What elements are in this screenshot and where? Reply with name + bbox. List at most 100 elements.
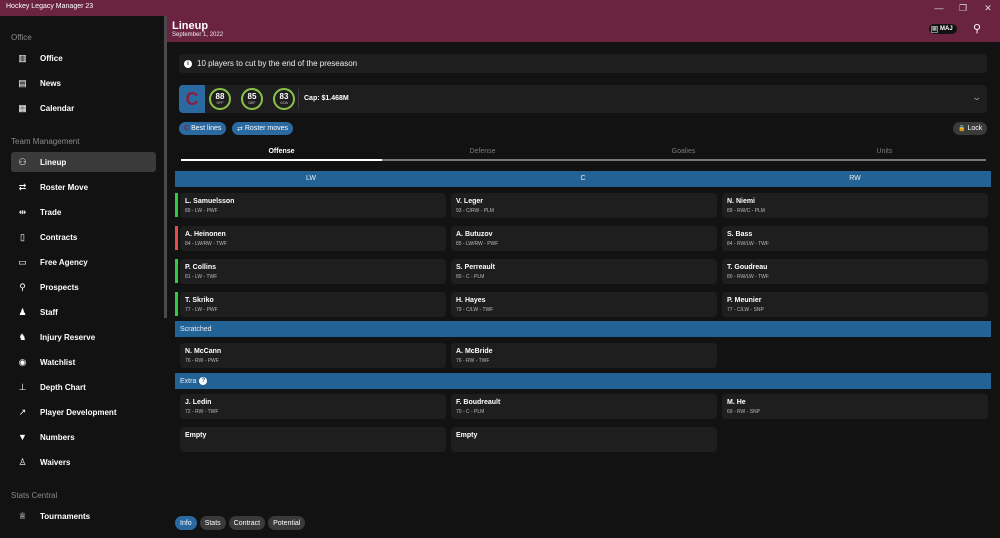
extra-header: Extra ? (175, 373, 991, 389)
sidebar-item-free-agency[interactable]: ▭ Free Agency (11, 252, 156, 272)
help-icon[interactable]: ? (199, 377, 208, 385)
scratched-header: Scratched (175, 321, 991, 337)
player-name: J. Ledin (185, 399, 212, 406)
divider (298, 89, 299, 109)
player-detail: 81 - LW - TWF (185, 274, 218, 280)
page-title: Lineup (172, 20, 209, 32)
users-icon: ⚇ (18, 156, 27, 167)
player-detail: 76 - RW - TWF (456, 358, 490, 364)
player-card[interactable]: Empty (180, 427, 446, 452)
player-card[interactable]: T. Goudreau 80 - RW/LW - TWF (722, 259, 988, 284)
player-detail: 69 - RW - SNP (727, 409, 760, 415)
team-logo-icon: C (184, 125, 190, 132)
sidebar-item-prospects[interactable]: ⚲ Prospects (11, 277, 156, 297)
chart-line-icon: ↗ (18, 406, 27, 417)
player-card[interactable]: M. He 69 - RW - SNP (722, 394, 988, 419)
player-card[interactable]: A. Butuzov 85 - LW/RW - PWF (451, 226, 717, 251)
sidebar-item-news[interactable]: ▤ News (11, 73, 156, 93)
tab-potential[interactable]: Potential (268, 516, 306, 530)
injury-icon: ♞ (18, 331, 27, 342)
tab-offense[interactable]: Offense (181, 148, 382, 155)
rating-defense: 85 DEF (241, 88, 263, 110)
sidebar-scrollbar[interactable] (164, 16, 167, 318)
sitemap-icon: ⊥ (18, 381, 27, 392)
sidebar-item-contracts[interactable]: ▯ Contracts (11, 227, 156, 247)
player-name: P. Collins (185, 264, 216, 271)
sidebar-item-trade[interactable]: ⇹ Trade (11, 202, 156, 222)
staff-icon: ♟ (18, 306, 27, 317)
sidebar-item-waivers[interactable]: ♙ Waivers (11, 452, 156, 472)
tab-goalies[interactable]: Goalies (583, 148, 784, 155)
sidebar-item-depth-chart[interactable]: ⊥ Depth Chart (11, 377, 156, 397)
exchange-icon: ⇄ (237, 125, 243, 133)
money-icon: ▭ (18, 256, 27, 267)
player-card[interactable]: P. Meunier 77 - C/LW - SNP (722, 292, 988, 317)
player-detail: 76 - RW - PWF (185, 358, 219, 364)
player-detail: 93 - C/RW - PLM (456, 208, 494, 214)
player-card[interactable]: S. Bass 84 - RW/LW - TWF (722, 226, 988, 251)
trophy-icon: ♕ (18, 510, 27, 521)
exchange-icon: ⇄ (18, 181, 27, 192)
sidebar-item-tournaments[interactable]: ♕ Tournaments (11, 506, 156, 526)
lock-button[interactable]: 🔒 Lock (953, 122, 988, 135)
player-detail: 77 - C/LW - SNP (727, 307, 764, 313)
player-name: A. Butuzov (456, 231, 493, 238)
player-card[interactable]: S. Perreault 80 - C - PLM (451, 259, 717, 284)
sidebar-item-player-development[interactable]: ↗ Player Development (11, 402, 156, 422)
player-card[interactable]: P. Collins 81 - LW - TWF (180, 259, 446, 284)
player-card[interactable]: L. Samuelsson 89 - LW - PWF (180, 193, 446, 218)
eye-icon: ◉ (18, 356, 27, 367)
player-name: N. Niemi (727, 198, 756, 205)
player-detail: 80 - RW/LW - TWF (727, 274, 769, 280)
contract-icon: ▯ (20, 231, 25, 242)
player-card[interactable]: A. McBride 76 - RW - TWF (451, 343, 717, 368)
app-title: Hockey Legacy Manager 23 (6, 3, 94, 10)
player-name: S. Bass (727, 231, 753, 238)
player-card[interactable]: H. Hayes 79 - C/LW - TWF (451, 292, 717, 317)
player-card[interactable]: N. McCann 76 - RW - PWF (180, 343, 446, 368)
team-summary[interactable]: C 88 OFF 85 DEF 83 GOA Cap: $1.468M ⌄ (179, 85, 987, 113)
league-badge[interactable]: ▦ MAJ (929, 24, 957, 34)
player-card[interactable]: V. Leger 93 - C/RW - PLM (451, 193, 717, 218)
building-icon: ▥ (18, 52, 27, 63)
player-name: N. McCann (185, 348, 222, 355)
cap-space: Cap: $1.468M (304, 95, 349, 102)
sidebar-item-injury-reserve[interactable]: ♞ Injury Reserve (11, 327, 156, 347)
player-card[interactable]: N. Niemi 89 - RW/C - PLM (722, 193, 988, 218)
position-header: LW C RW (175, 171, 991, 187)
roster-moves-button[interactable]: ⇄ Roster moves (232, 122, 294, 135)
search-icon[interactable]: ⚲ (973, 22, 981, 35)
player-card[interactable]: T. Skriko 77 - LW - PWF (180, 292, 446, 317)
player-card[interactable]: J. Ledin 72 - RW - TWF (180, 394, 446, 419)
chevron-down-icon[interactable]: ⌄ (972, 92, 983, 103)
player-card[interactable]: F. Boudreault 70 - C - PLM (451, 394, 717, 419)
sidebar-item-staff[interactable]: ♟ Staff (11, 302, 156, 322)
league-logo-icon: ▦ (931, 25, 938, 33)
position-rw: RW (849, 175, 861, 182)
trade-icon: ⇹ (18, 206, 27, 217)
sidebar-item-calendar[interactable]: ▦ Calendar (11, 98, 156, 118)
tab-units[interactable]: Units (784, 148, 985, 155)
jersey-icon: ▼ (18, 432, 27, 442)
sidebar-item-office[interactable]: ▥ Office (11, 48, 156, 68)
player-card[interactable]: Empty (451, 427, 717, 452)
restore-button[interactable]: ❐ (956, 2, 970, 14)
sidebar-item-roster-move[interactable]: ⇄ Roster Move (11, 177, 156, 197)
sidebar-item-lineup[interactable]: ⚇ Lineup (11, 152, 156, 172)
player-name: T. Goudreau (727, 264, 768, 271)
best-lines-button[interactable]: C Best lines (179, 122, 227, 135)
binoculars-icon: ⚲ (19, 281, 26, 292)
tab-defense[interactable]: Defense (382, 148, 583, 155)
player-card[interactable]: A. Heinonen 84 - LW/RW - TWF (180, 226, 446, 251)
tab-info[interactable]: Info (175, 516, 197, 530)
player-detail: 77 - LW - PWF (185, 307, 218, 313)
close-button[interactable]: ✕ (981, 2, 995, 14)
position-lw: LW (306, 175, 316, 182)
tab-contract[interactable]: Contract (228, 516, 266, 530)
tab-stats[interactable]: Stats (199, 516, 226, 530)
minimize-button[interactable]: — (932, 2, 946, 14)
cut-notice: i 10 players to cut by the end of the pr… (179, 54, 987, 73)
window-titlebar: Hockey Legacy Manager 23 — ❐ ✕ (0, 0, 1000, 16)
sidebar-item-watchlist[interactable]: ◉ Watchlist (11, 352, 156, 372)
sidebar-item-numbers[interactable]: ▼ Numbers (11, 427, 156, 447)
